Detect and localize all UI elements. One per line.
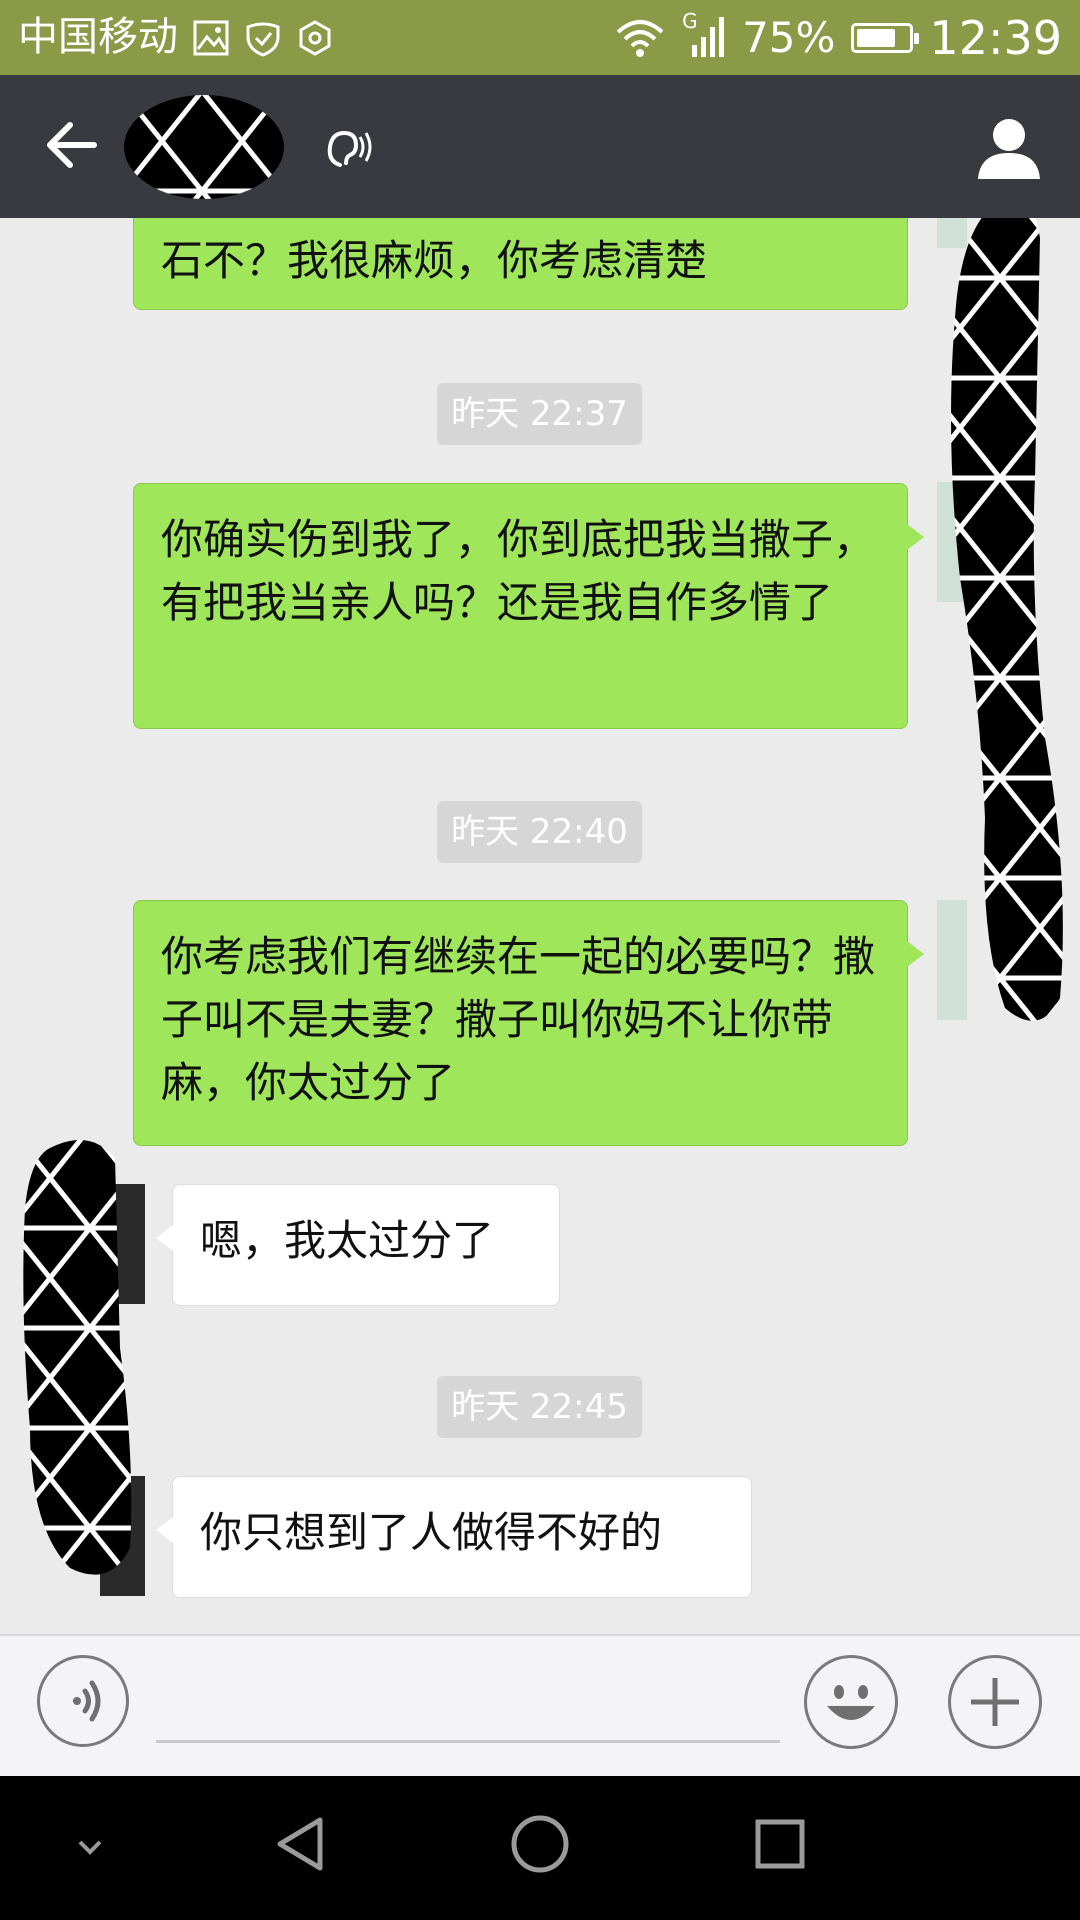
battery-level	[857, 28, 896, 47]
contact-name-redaction	[124, 95, 284, 199]
battery-icon	[851, 22, 920, 53]
bubble-tail	[156, 1225, 173, 1251]
emoji-button[interactable]	[804, 1655, 898, 1749]
back-arrow-icon[interactable]	[42, 115, 102, 175]
clock: 12:39	[929, 10, 1062, 65]
sent-message-bubble[interactable]: 嗯，我太过分了 你考虑我们有继续在一起的必要吗？撒子叫不是夫妻？撒子叫你妈不让你…	[133, 900, 924, 1146]
voice-icon	[73, 1680, 101, 1722]
message-text: 你只想到了人做得不好的	[200, 1508, 663, 1557]
avatar-redaction	[23, 1140, 132, 1575]
message-timestamp: 昨天 22:37	[437, 383, 642, 445]
message-timestamp: 昨天 22:45	[437, 1376, 642, 1438]
message-timestamp: 昨天 22:40	[437, 801, 642, 863]
avatar-redaction	[951, 218, 1063, 1021]
profile-icon[interactable]	[974, 113, 1044, 183]
collapse-icon[interactable]	[72, 1834, 108, 1858]
message-text: 石不？我很麻烦，你考虑清楚	[161, 236, 708, 285]
status-bar: 中国移动 G 75% 12:39	[0, 0, 1080, 75]
earpiece-mode-icon[interactable]	[322, 125, 374, 175]
battery-percent: 75%	[742, 13, 836, 62]
recents-square-icon[interactable]	[748, 1812, 812, 1876]
message-text: 你考虑我们有继续在一起的必要吗？撒子叫不是夫妻？撒子叫你妈不让你带麻，你太过分了	[161, 932, 876, 1107]
sent-message-bubble[interactable]: 石不？我很麻烦，你考虑清楚	[133, 218, 908, 310]
received-message-bubble[interactable]: 你只想到了人做得不好的	[156, 1476, 752, 1598]
home-circle-icon[interactable]	[508, 1812, 572, 1876]
message-text: 你确实伤到我了，你到底把我当撒子，有把我当亲人吗？还是我自作多情了	[161, 515, 876, 627]
chat-title-bar	[0, 75, 1080, 218]
carrier-name: 中国移动	[18, 14, 178, 60]
back-triangle-icon[interactable]	[268, 1812, 332, 1876]
more-functions-button[interactable]	[948, 1655, 1042, 1749]
system-navigation-bar	[0, 1776, 1080, 1920]
received-message-bubble[interactable]: 嗯，我太过分了	[156, 1184, 560, 1306]
hexagon-icon	[299, 19, 331, 56]
chat-message-list[interactable]: 石不？我很麻烦，你考虑清楚 昨天 22:37 你确实伤到我了，你到底把我当撒子，…	[0, 218, 1080, 1634]
sent-message-bubble[interactable]: 你确实伤到我了，你到底把我当撒子，有把我当亲人吗？还是我自作多情了	[133, 483, 924, 729]
emoji-icon	[827, 1685, 875, 1720]
message-input-bar	[0, 1634, 1080, 1778]
wechat-security-icon	[246, 22, 280, 57]
signal-icon: G	[682, 9, 726, 61]
wifi-icon	[616, 19, 664, 57]
voice-toggle-button[interactable]	[37, 1655, 129, 1747]
plus-icon	[971, 1678, 1019, 1726]
gallery-icon	[193, 20, 229, 55]
message-text: 嗯，我太过分了	[200, 1216, 495, 1265]
message-text-field[interactable]	[156, 1740, 780, 1743]
bubble-tail	[156, 1517, 173, 1543]
